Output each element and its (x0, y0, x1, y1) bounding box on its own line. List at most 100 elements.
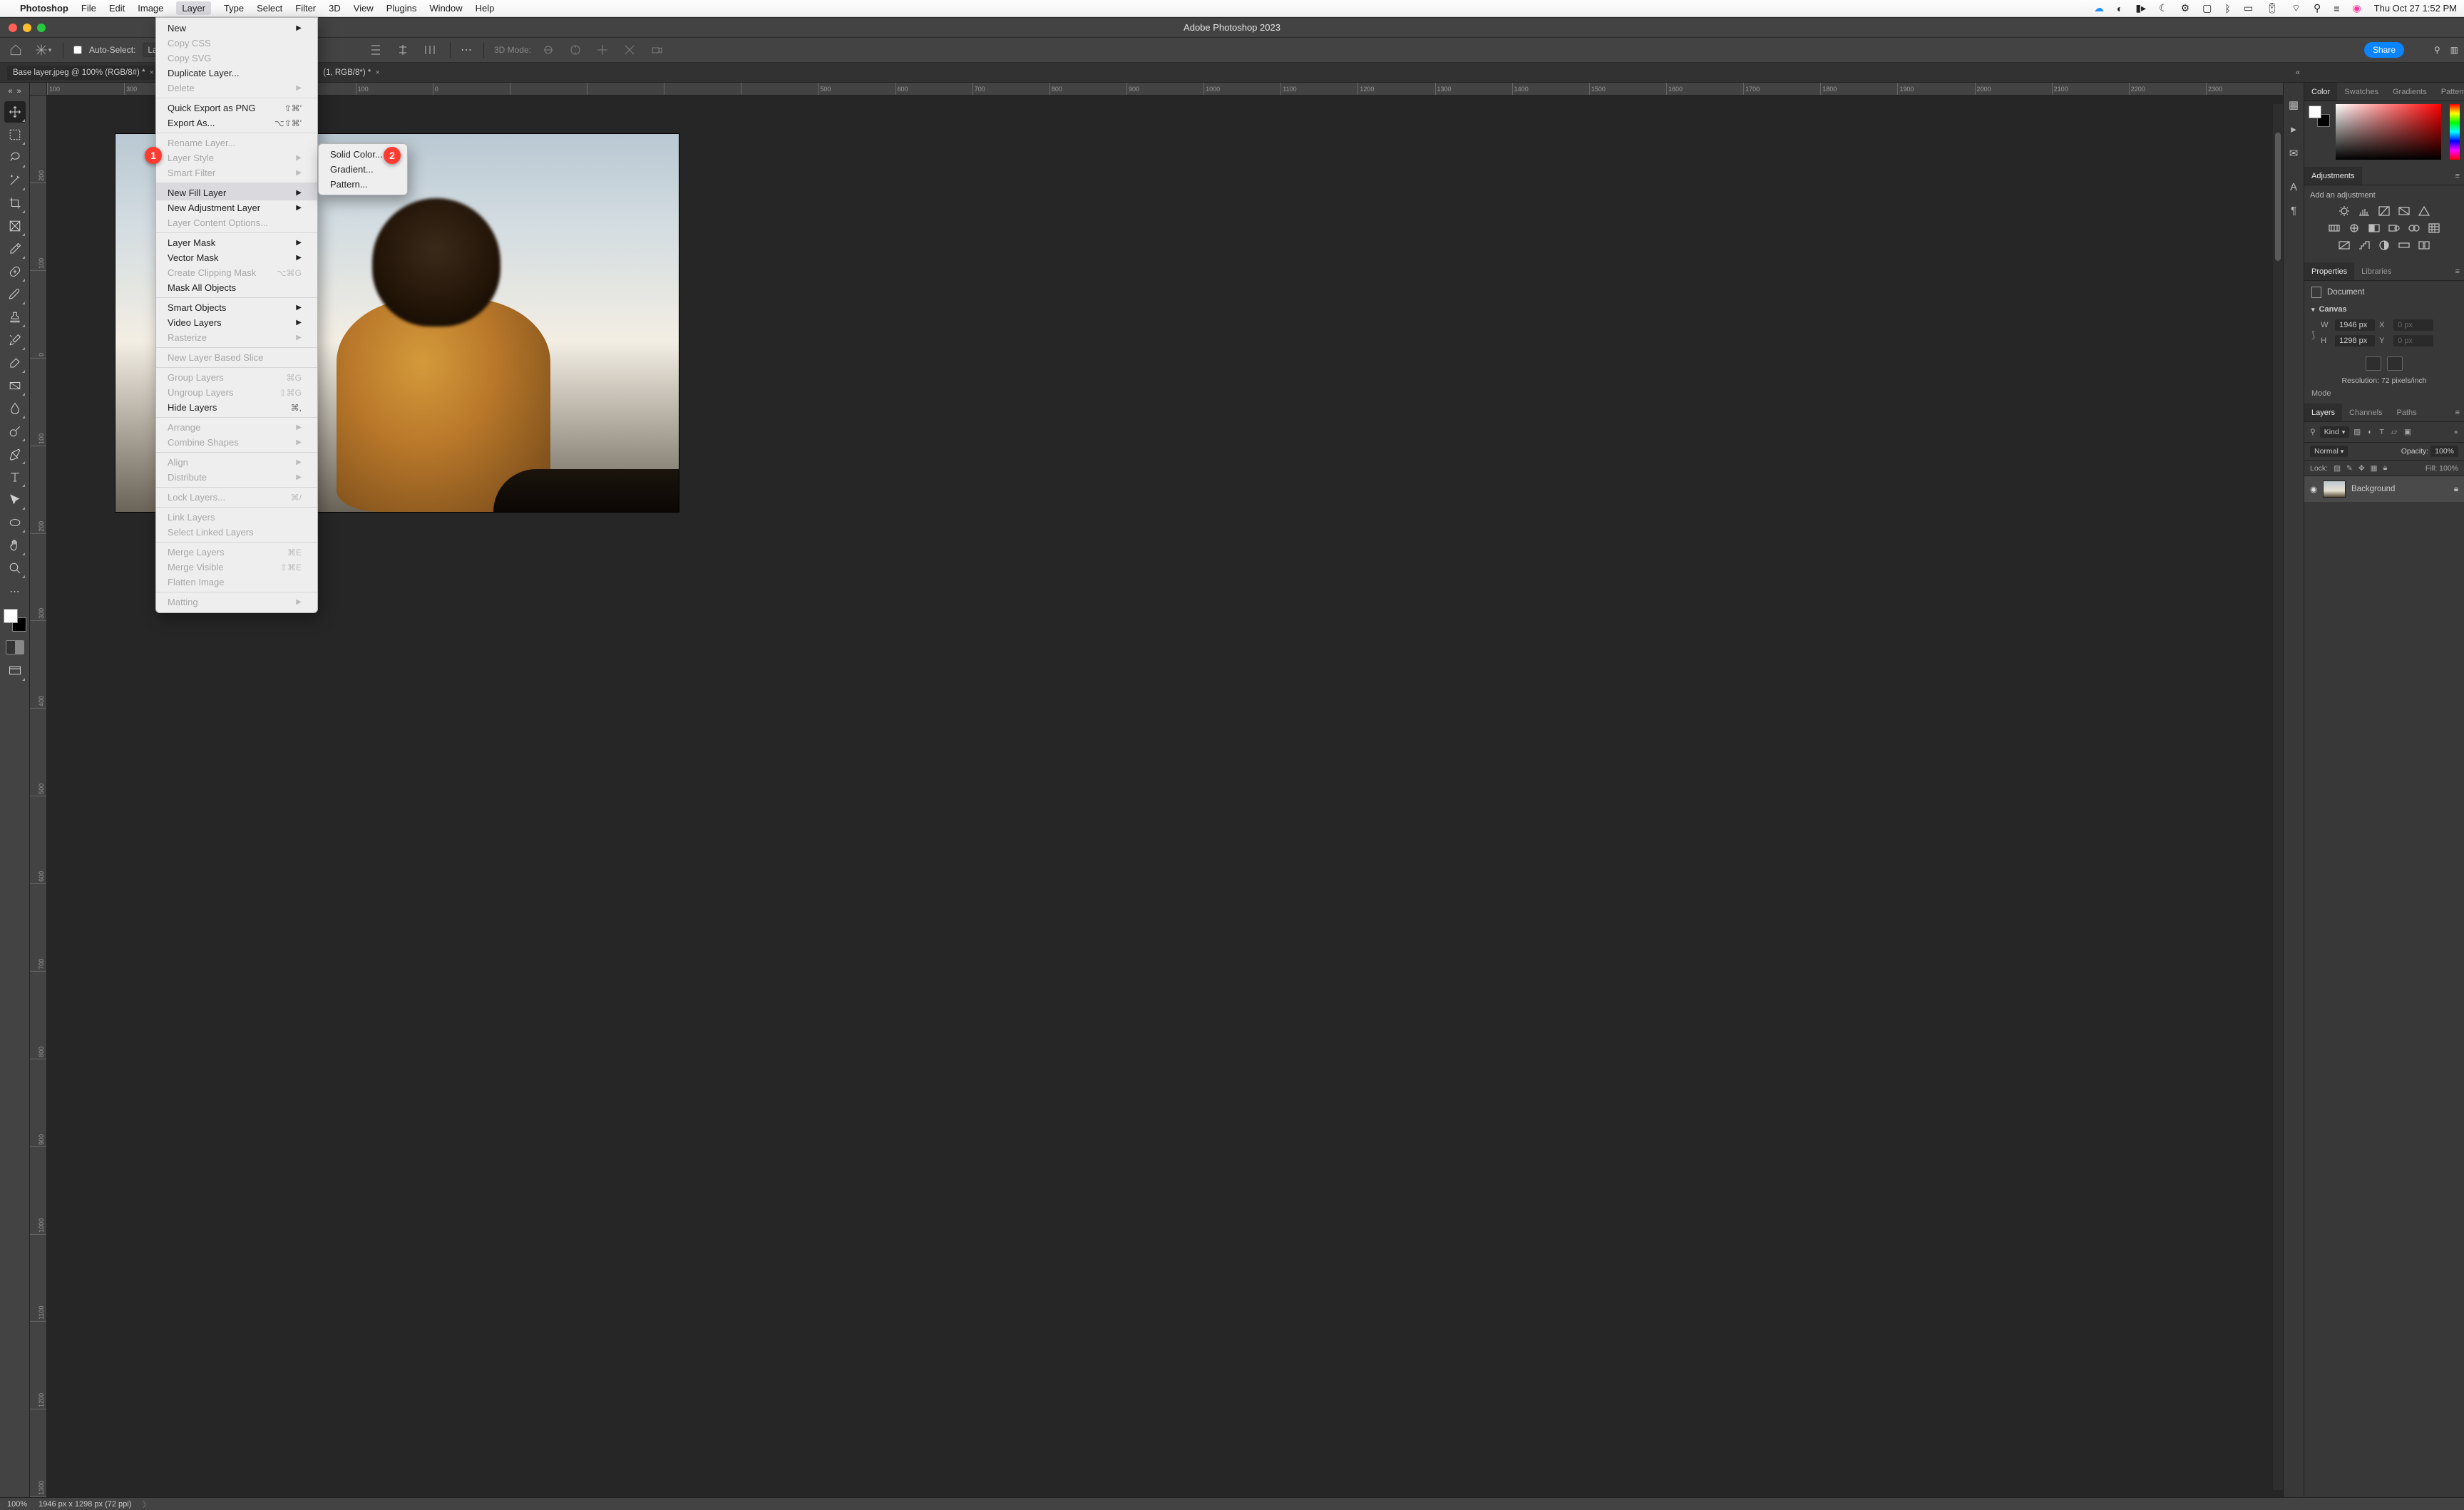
filter-smart-icon[interactable]: ▣ (2404, 428, 2411, 436)
properties-menu-icon[interactable]: ≡ (2451, 267, 2464, 276)
menubar-wifi-icon[interactable]: ⌔ (2291, 2, 2301, 15)
collapsed-character-icon[interactable]: A (2290, 181, 2297, 193)
menu-type[interactable]: Type (224, 3, 244, 14)
shape-tool[interactable] (4, 512, 26, 533)
menu-item-duplicate-layer[interactable]: Duplicate Layer... (156, 66, 317, 81)
zoom-window-button[interactable] (37, 24, 46, 32)
doc-tab-2-close-icon[interactable]: × (375, 68, 379, 77)
tab-paths[interactable]: Paths (2390, 404, 2424, 421)
width-field[interactable]: 1946 px (2335, 319, 2375, 331)
lock-transparent-icon[interactable]: ▨ (2334, 464, 2341, 473)
frame-tool[interactable] (4, 215, 26, 237)
menubar-clock[interactable]: Thu Oct 27 1:52 PM (2374, 3, 2457, 14)
vertical-scrollbar[interactable] (2273, 104, 2283, 1490)
menu-filter[interactable]: Filter (295, 3, 316, 14)
menubar-battery-icon[interactable]: 🔋︎ (2266, 2, 2279, 14)
adj-curves-icon[interactable] (2378, 205, 2391, 217)
adj-colorlookup-icon[interactable] (2428, 222, 2440, 234)
color-field[interactable] (2336, 104, 2441, 160)
ruler-horizontal[interactable]: 1003001002001000500600700800900100011001… (47, 83, 2283, 96)
tab-gradients[interactable]: Gradients (2386, 83, 2434, 101)
home-button[interactable] (6, 40, 26, 60)
3d-camera-icon[interactable] (647, 40, 667, 60)
lock-artboard-icon[interactable]: ▦ (2371, 464, 2378, 473)
submenu-pattern[interactable]: Pattern... (319, 177, 407, 192)
align-icon-2[interactable] (393, 40, 413, 60)
adj-threshold-icon[interactable] (2378, 240, 2391, 251)
brush-tool[interactable] (4, 284, 26, 305)
layer-visibility-icon[interactable]: ◉ (2310, 484, 2317, 494)
filter-shape-icon[interactable]: ▱ (2391, 428, 2397, 436)
lock-image-icon[interactable]: ✎ (2346, 464, 2353, 473)
lock-all-icon[interactable]: 🔒︎ (2383, 463, 2388, 473)
color-swatches[interactable] (4, 609, 26, 632)
height-field[interactable]: 1298 px (2335, 335, 2375, 346)
adj-colorbalance-icon[interactable] (2348, 222, 2361, 234)
menubar-weather-icon[interactable]: ◐ (2117, 3, 2122, 14)
tab-color[interactable]: Color (2304, 83, 2337, 101)
fill-field[interactable]: 100% (2439, 464, 2458, 473)
doc-tab-0[interactable]: Base layer.jpeg @ 100% (RGB/8#) * × (7, 66, 160, 80)
toolbar-collapse-icon[interactable]: « (8, 87, 12, 96)
menubar-search-icon[interactable]: ⚲ (2314, 2, 2321, 14)
menu-item-quick-export-as-png[interactable]: Quick Export as PNG⇧⌘' (156, 98, 317, 115)
hue-strip[interactable] (2450, 104, 2460, 160)
doc-tab-0-close-icon[interactable]: × (150, 68, 154, 77)
tab-adjustments[interactable]: Adjustments (2304, 167, 2362, 185)
adj-levels-icon[interactable] (2358, 205, 2371, 217)
menu-item-video-layers[interactable]: Video Layers▶ (156, 315, 317, 330)
layers-menu-icon[interactable]: ≡ (2451, 409, 2464, 417)
orientation-landscape-icon[interactable] (2387, 356, 2403, 371)
filter-type-icon[interactable]: T (2380, 428, 2384, 436)
adj-brightness-icon[interactable] (2338, 205, 2351, 217)
pen-tool[interactable] (4, 443, 26, 465)
menu-help[interactable]: Help (476, 3, 495, 14)
layer-row-background[interactable]: ◉ Background 🔒︎ (2304, 476, 2464, 502)
adj-bw-icon[interactable] (2368, 222, 2381, 234)
wand-tool[interactable] (4, 170, 26, 191)
more-options-icon[interactable]: ⋯ (461, 43, 473, 57)
auto-select-checkbox[interactable] (73, 46, 82, 54)
healing-tool[interactable] (4, 261, 26, 282)
3d-pan-icon[interactable] (592, 40, 612, 60)
menu-window[interactable]: Window (429, 3, 462, 14)
menubar-bluetooth-icon[interactable]: ᛒ (2224, 3, 2230, 14)
share-button[interactable]: Share (2364, 42, 2404, 58)
history-brush-tool[interactable] (4, 329, 26, 351)
orientation-portrait-icon[interactable] (2366, 356, 2381, 371)
app-name[interactable]: Photoshop (20, 3, 68, 14)
eraser-tool[interactable] (4, 352, 26, 374)
menubar-moon-icon[interactable]: ☾ (2159, 2, 2168, 14)
move-tool[interactable] (4, 101, 26, 123)
menu-item-new-fill-layer[interactable]: New Fill Layer▶ (156, 183, 317, 200)
menubar-facetime-icon[interactable]: ▮▸ (2135, 2, 2146, 14)
collapsed-comments-icon[interactable]: ✉︎ (2289, 147, 2299, 160)
adj-exposure-icon[interactable] (2398, 205, 2411, 217)
marquee-tool[interactable] (4, 124, 26, 145)
adj-posterize-icon[interactable] (2358, 240, 2371, 251)
search-icon[interactable]: ⚲ (2434, 45, 2440, 55)
path-select-tool[interactable] (4, 489, 26, 510)
dodge-tool[interactable] (4, 421, 26, 442)
menu-plugins[interactable]: Plugins (386, 3, 417, 14)
menu-item-mask-all-objects[interactable]: Mask All Objects (156, 280, 317, 295)
color-fgbg-swatches[interactable] (2309, 106, 2330, 127)
adj-channelmixer-icon[interactable] (2408, 222, 2421, 234)
link-dimensions-icon[interactable]: ⟆ (2311, 329, 2315, 341)
crop-tool[interactable] (4, 192, 26, 214)
menu-item-hide-layers[interactable]: Hide Layers⌘, (156, 400, 317, 415)
edit-toolbar[interactable]: ⋯ (4, 580, 26, 602)
gradient-tool[interactable] (4, 375, 26, 396)
menu-3d[interactable]: 3D (329, 3, 341, 14)
lock-position-icon[interactable]: ✥ (2358, 464, 2365, 473)
doc-tab-2[interactable]: (1, RGB/8*) * × (317, 66, 386, 80)
menu-item-layer-mask[interactable]: Layer Mask▶ (156, 232, 317, 250)
ruler-vertical[interactable]: 2001000100200300400500600700800900100011… (30, 96, 47, 1497)
menubar-record-icon[interactable]: ▢ (2202, 2, 2212, 14)
tab-layers[interactable]: Layers (2304, 404, 2342, 421)
fg-color-swatch[interactable] (4, 609, 18, 623)
collapsed-paragraph-icon[interactable]: ¶ (2291, 205, 2296, 217)
menu-image[interactable]: Image (138, 3, 163, 14)
lasso-tool[interactable] (4, 147, 26, 168)
tab-properties[interactable]: Properties (2304, 262, 2354, 280)
